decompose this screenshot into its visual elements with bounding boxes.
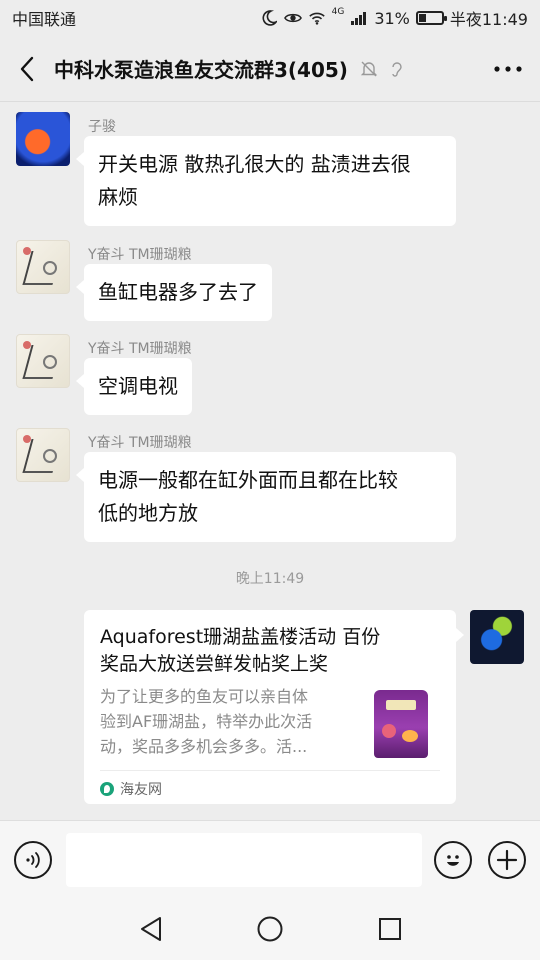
status-icons: 4G 31% 半夜11:49 bbox=[260, 6, 528, 30]
avatar[interactable] bbox=[16, 240, 70, 294]
battery-percent: 31% bbox=[374, 8, 410, 28]
input-bar bbox=[0, 820, 540, 898]
link-card-title-line: 奖品大放送尝鲜发帖奖上奖 bbox=[100, 653, 329, 675]
clock: 半夜11:49 bbox=[449, 10, 528, 29]
message-line: 电源一般都在缸外面而且都在比较 bbox=[98, 468, 398, 492]
source-logo-icon bbox=[100, 782, 114, 796]
back-button[interactable] bbox=[0, 36, 54, 102]
emoji-button[interactable] bbox=[434, 841, 472, 879]
network-type: 4G bbox=[331, 7, 345, 17]
avatar[interactable] bbox=[16, 428, 70, 482]
nav-home-button[interactable] bbox=[255, 914, 285, 944]
more-button[interactable] bbox=[476, 36, 540, 102]
message-bubble[interactable]: 鱼缸电器多了去了 bbox=[76, 264, 272, 321]
message-line: 空调电视 bbox=[98, 374, 178, 398]
link-card-description: 为了让更多的鱼友可以亲自体 验到AF珊湖盐，特举办此次活 动，奖品多多机会多多。… bbox=[100, 684, 356, 759]
salt-bag-image bbox=[374, 690, 428, 758]
more-icon bbox=[494, 65, 522, 72]
signal-icon bbox=[350, 9, 368, 27]
my-avatar[interactable] bbox=[470, 610, 524, 664]
message-bubble[interactable]: 空调电视 bbox=[76, 358, 192, 415]
sender-name: Y奋斗 TM珊瑚粮 bbox=[88, 247, 192, 263]
link-card-desc-line: 验到AF珊湖盐，特举办此次活 bbox=[100, 712, 313, 731]
plus-button[interactable] bbox=[488, 841, 526, 879]
message-input[interactable] bbox=[66, 833, 422, 887]
chat-title[interactable]: 中科水泵造浪鱼友交流群3(405) bbox=[54, 54, 348, 83]
message-line: 麻烦 bbox=[98, 185, 138, 209]
message-list[interactable]: 子骏 开关电源 散热孔很大的 盐渍进去很 麻烦 Y奋斗 TM珊瑚粮 鱼缸电器多了… bbox=[0, 102, 540, 820]
carrier-name: 中国联通 bbox=[12, 10, 77, 29]
link-card[interactable]: Aquaforest珊湖盐盖楼活动 百份 奖品大放送尝鲜发帖奖上奖 为了让更多的… bbox=[84, 610, 464, 804]
sender-name: Y奋斗 TM珊瑚粮 bbox=[88, 435, 192, 451]
link-card-desc-line: 为了让更多的鱼友可以亲自体 bbox=[100, 687, 309, 706]
link-card-title-line: Aquaforest珊湖盐盖楼活动 百份 bbox=[100, 626, 381, 648]
plus-icon bbox=[496, 849, 518, 871]
avatar[interactable] bbox=[16, 334, 70, 388]
voice-icon bbox=[26, 852, 40, 868]
message-bubble[interactable]: 开关电源 散热孔很大的 盐渍进去很 麻烦 bbox=[76, 136, 456, 226]
message-line: 低的地方放 bbox=[98, 501, 198, 525]
back-icon bbox=[20, 56, 34, 81]
nav-back-button[interactable] bbox=[136, 914, 166, 944]
link-card-desc-line: 动，奖品多多机会多多。活... bbox=[100, 737, 308, 756]
earpiece-icon bbox=[392, 61, 402, 77]
message-bubble[interactable]: 电源一般都在缸外面而且都在比较 低的地方放 bbox=[76, 452, 456, 542]
status-bar: 中国联通 4G 31% 半夜11:49 bbox=[0, 0, 540, 36]
voice-button[interactable] bbox=[14, 841, 52, 879]
message-line: 开关电源 散热孔很大的 盐渍进去很 bbox=[98, 152, 411, 176]
recents-square-icon bbox=[379, 918, 401, 940]
system-nav-bar bbox=[0, 898, 540, 960]
message-line: 鱼缸电器多了去了 bbox=[98, 280, 258, 304]
message-timestamp: 晚上11:49 bbox=[235, 571, 305, 587]
battery-fill bbox=[418, 14, 426, 22]
mute-bell-icon bbox=[360, 61, 378, 76]
back-triangle-icon bbox=[141, 917, 161, 941]
nav-recents-button[interactable] bbox=[375, 914, 405, 944]
sender-name: 子骏 bbox=[88, 119, 116, 135]
battery-icon bbox=[415, 11, 447, 25]
emoji-icon bbox=[447, 855, 459, 866]
avatar[interactable] bbox=[16, 112, 70, 166]
link-card-title: Aquaforest珊湖盐盖楼活动 百份 奖品大放送尝鲜发帖奖上奖 bbox=[100, 624, 440, 678]
sender-name: Y奋斗 TM珊瑚粮 bbox=[88, 341, 192, 357]
moon-icon bbox=[260, 9, 278, 27]
home-circle-icon bbox=[257, 916, 283, 942]
wifi-icon bbox=[308, 9, 326, 27]
link-card-source: 海友网 bbox=[100, 770, 440, 799]
link-card-source-name: 海友网 bbox=[120, 782, 162, 798]
eye-icon bbox=[283, 9, 302, 27]
chat-header: 中科水泵造浪鱼友交流群3(405) bbox=[0, 36, 540, 102]
title-icons bbox=[360, 60, 404, 78]
link-card-thumbnail bbox=[368, 686, 434, 760]
